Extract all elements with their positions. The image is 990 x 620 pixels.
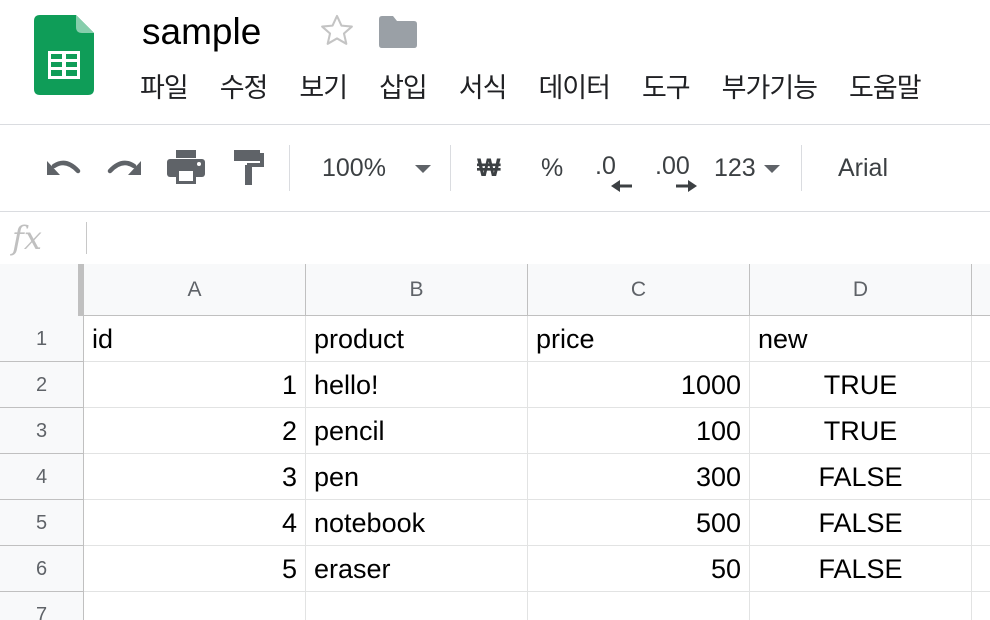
toolbar-divider [801,145,802,191]
cell-a6[interactable]: 5 [84,546,306,592]
cell-e4[interactable] [972,454,990,500]
cell-b4[interactable]: pen [306,454,528,500]
menu-tools[interactable]: 도구 [642,70,691,110]
column-header-b[interactable]: B [306,264,528,316]
cell-b7[interactable] [306,592,528,620]
decrease-decimal-button[interactable]: .0 [595,151,616,181]
toolbar: 100% ₩ % .0 .00 123 Arial [0,125,990,211]
cell-d3[interactable]: TRUE [750,408,972,454]
cell-e3[interactable] [972,408,990,454]
zoom-select[interactable]: 100% [322,153,386,183]
formula-input[interactable] [96,216,976,260]
folder-icon[interactable] [379,16,417,48]
fx-icon: fx [12,219,42,257]
cell-e7[interactable] [972,592,990,620]
font-family-select[interactable]: Arial [838,153,888,183]
cell-b3[interactable]: pencil [306,408,528,454]
formula-bar: fx [0,212,990,264]
menu-addons[interactable]: 부가기능 [722,70,818,110]
cell-d4[interactable]: FALSE [750,454,972,500]
cell-c7[interactable] [528,592,750,620]
menu-help[interactable]: 도움말 [849,70,922,110]
cell-a4[interactable]: 3 [84,454,306,500]
row-header[interactable]: 6 [0,546,84,592]
menu-file[interactable]: 파일 [140,70,189,110]
cell-d6[interactable]: FALSE [750,546,972,592]
document-title[interactable]: sample [142,10,261,54]
cell-a3[interactable]: 2 [84,408,306,454]
cell-c1[interactable]: price [528,316,750,362]
column-header-d[interactable]: D [750,264,972,316]
cell-b6[interactable]: eraser [306,546,528,592]
column-header-e[interactable] [972,264,990,316]
cell-d1[interactable]: new [750,316,972,362]
cell-d5[interactable]: FALSE [750,500,972,546]
arrow-left-icon [610,179,634,193]
cell-c4[interactable]: 300 [528,454,750,500]
cell-e5[interactable] [972,500,990,546]
menu-format[interactable]: 서식 [459,70,508,110]
cell-c5[interactable]: 500 [528,500,750,546]
cell-e2[interactable] [972,362,990,408]
cell-d7[interactable] [750,592,972,620]
cell-a5[interactable]: 4 [84,500,306,546]
cell-c6[interactable]: 50 [528,546,750,592]
menu-insert[interactable]: 삽입 [379,70,428,110]
cell-b2[interactable]: hello! [306,362,528,408]
toolbar-divider [289,145,290,191]
app-header: sample 파일 수정 보기 삽입 서식 데이터 도구 부가기능 도움말 [0,0,990,124]
menu-edit[interactable]: 수정 [220,70,269,110]
undo-icon[interactable] [44,153,84,185]
cell-b1[interactable]: product [306,316,528,362]
cell-d2[interactable]: TRUE [750,362,972,408]
number-format-dropdown-icon[interactable] [762,163,782,175]
increase-decimal-button[interactable]: .00 [655,151,690,181]
menu-view[interactable]: 보기 [299,70,348,110]
cell-a7[interactable] [84,592,306,620]
paint-format-icon[interactable] [232,149,266,187]
arrow-right-icon [674,179,698,193]
currency-format-button[interactable]: ₩ [477,153,501,183]
sheets-logo-icon[interactable] [34,15,94,95]
select-all-corner[interactable] [0,264,84,321]
cell-e6[interactable] [972,546,990,592]
row-header[interactable]: 1 [0,316,84,362]
number-format-select[interactable]: 123 [714,153,756,183]
toolbar-divider [450,145,451,191]
cell-a1[interactable]: id [84,316,306,362]
column-header-a[interactable]: A [84,264,306,316]
star-icon[interactable] [318,12,356,50]
row-header[interactable]: 4 [0,454,84,500]
menu-data[interactable]: 데이터 [538,70,611,110]
row-header[interactable]: 5 [0,500,84,546]
row-header[interactable]: 2 [0,362,84,408]
percent-format-button[interactable]: % [541,153,563,183]
row-header[interactable]: 3 [0,408,84,454]
cell-e1[interactable] [972,316,990,362]
redo-icon[interactable] [104,153,144,185]
cell-c3[interactable]: 100 [528,408,750,454]
cell-a2[interactable]: 1 [84,362,306,408]
row-header[interactable]: 7 [0,592,84,620]
column-header-c[interactable]: C [528,264,750,316]
print-icon[interactable] [166,149,206,185]
spreadsheet-grid: A B C D 1 id product price new 2 1 hello… [0,264,990,620]
menu-bar: 파일 수정 보기 삽입 서식 데이터 도구 부가기능 도움말 [140,70,953,110]
cell-b5[interactable]: notebook [306,500,528,546]
cell-c2[interactable]: 1000 [528,362,750,408]
zoom-dropdown-icon[interactable] [413,163,433,175]
formula-divider [86,222,87,254]
